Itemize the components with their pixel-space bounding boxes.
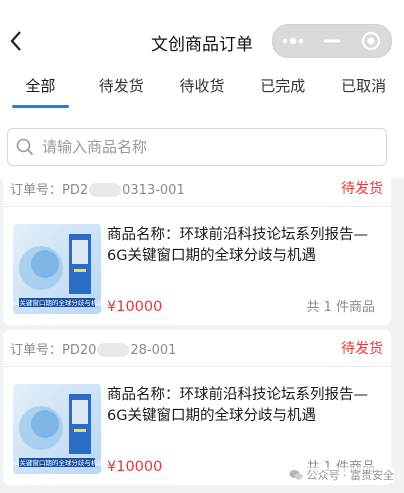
tab-cancelled[interactable]: 已取消 bbox=[323, 74, 404, 98]
product-thumbnail: 6G关键窗口期的全球分歧与机遇 bbox=[13, 224, 101, 314]
tab-completed[interactable]: 已完成 bbox=[242, 74, 323, 98]
watermark: 公众号 · 富贵安全 bbox=[288, 467, 395, 483]
order-status: 待发货 bbox=[341, 341, 383, 357]
order-price: ¥10000 bbox=[107, 459, 163, 475]
svg-text:6G关键窗口期的全球分歧与机遇: 6G关键窗口期的全球分歧与机遇 bbox=[13, 298, 101, 307]
search-section bbox=[0, 108, 404, 178]
tab-pending-shipment[interactable]: 待发货 bbox=[81, 74, 162, 98]
order-header: 订单号：PD2 0313-001 待发货 bbox=[3, 170, 391, 207]
order-header: 订单号：PD20 28-001 待发货 bbox=[3, 330, 391, 367]
search-box[interactable] bbox=[7, 128, 387, 166]
close-button[interactable] bbox=[356, 27, 386, 55]
target-close-icon bbox=[362, 31, 381, 51]
search-icon bbox=[16, 138, 34, 156]
order-card[interactable]: 订单号：PD2 0313-001 待发货 6G关键窗口期的全球分歧与机遇 商品名称… bbox=[3, 170, 391, 325]
minus-icon bbox=[323, 39, 340, 43]
order-card[interactable]: 订单号：PD20 28-001 待发货 6G关键窗口期的全球分歧与机遇 商品名称：… bbox=[3, 330, 391, 485]
status-tabs: 全部 待发货 待收货 已完成 已取消 bbox=[0, 74, 404, 108]
watermark-text: 公众号 · 富贵安全 bbox=[306, 469, 395, 482]
product-name: 商品名称：环球前沿科技论坛系列报告—6G关键窗口期的全球分歧与机遇 bbox=[107, 387, 368, 424]
search-input[interactable] bbox=[40, 137, 386, 157]
product-name: 商品名称：环球前沿科技论坛系列报告—6G关键窗口期的全球分歧与机遇 bbox=[107, 227, 368, 264]
order-body: 6G关键窗口期的全球分歧与机遇 商品名称：环球前沿科技论坛系列报告—6G关键窗口… bbox=[3, 207, 391, 325]
redacted-mask bbox=[89, 183, 122, 197]
item-count: 共 1 件商品 bbox=[306, 300, 375, 315]
tab-pending-receipt[interactable]: 待收货 bbox=[162, 74, 243, 98]
order-number: 订单号：PD20 28-001 bbox=[10, 342, 177, 358]
order-status: 待发货 bbox=[341, 181, 383, 197]
more-button[interactable] bbox=[278, 27, 308, 55]
product-thumbnail: 6G关键窗口期的全球分歧与机遇 bbox=[13, 384, 101, 474]
more-dots-icon bbox=[282, 37, 303, 45]
minimize-button[interactable] bbox=[317, 27, 347, 55]
order-price: ¥10000 bbox=[107, 299, 163, 315]
svg-text:6G关键窗口期的全球分歧与机遇: 6G关键窗口期的全球分歧与机遇 bbox=[13, 458, 101, 467]
mini-program-capsule bbox=[272, 24, 392, 58]
navbar: 文创商品订单 bbox=[0, 0, 404, 84]
top-bar: 文创商品订单 全部 待发货 待收货 已完成 已取消 bbox=[0, 0, 404, 178]
wechat-icon bbox=[289, 470, 302, 480]
order-number: 订单号：PD2 0313-001 bbox=[10, 182, 185, 198]
tab-all[interactable]: 全部 bbox=[0, 74, 81, 108]
redacted-mask bbox=[97, 343, 130, 357]
